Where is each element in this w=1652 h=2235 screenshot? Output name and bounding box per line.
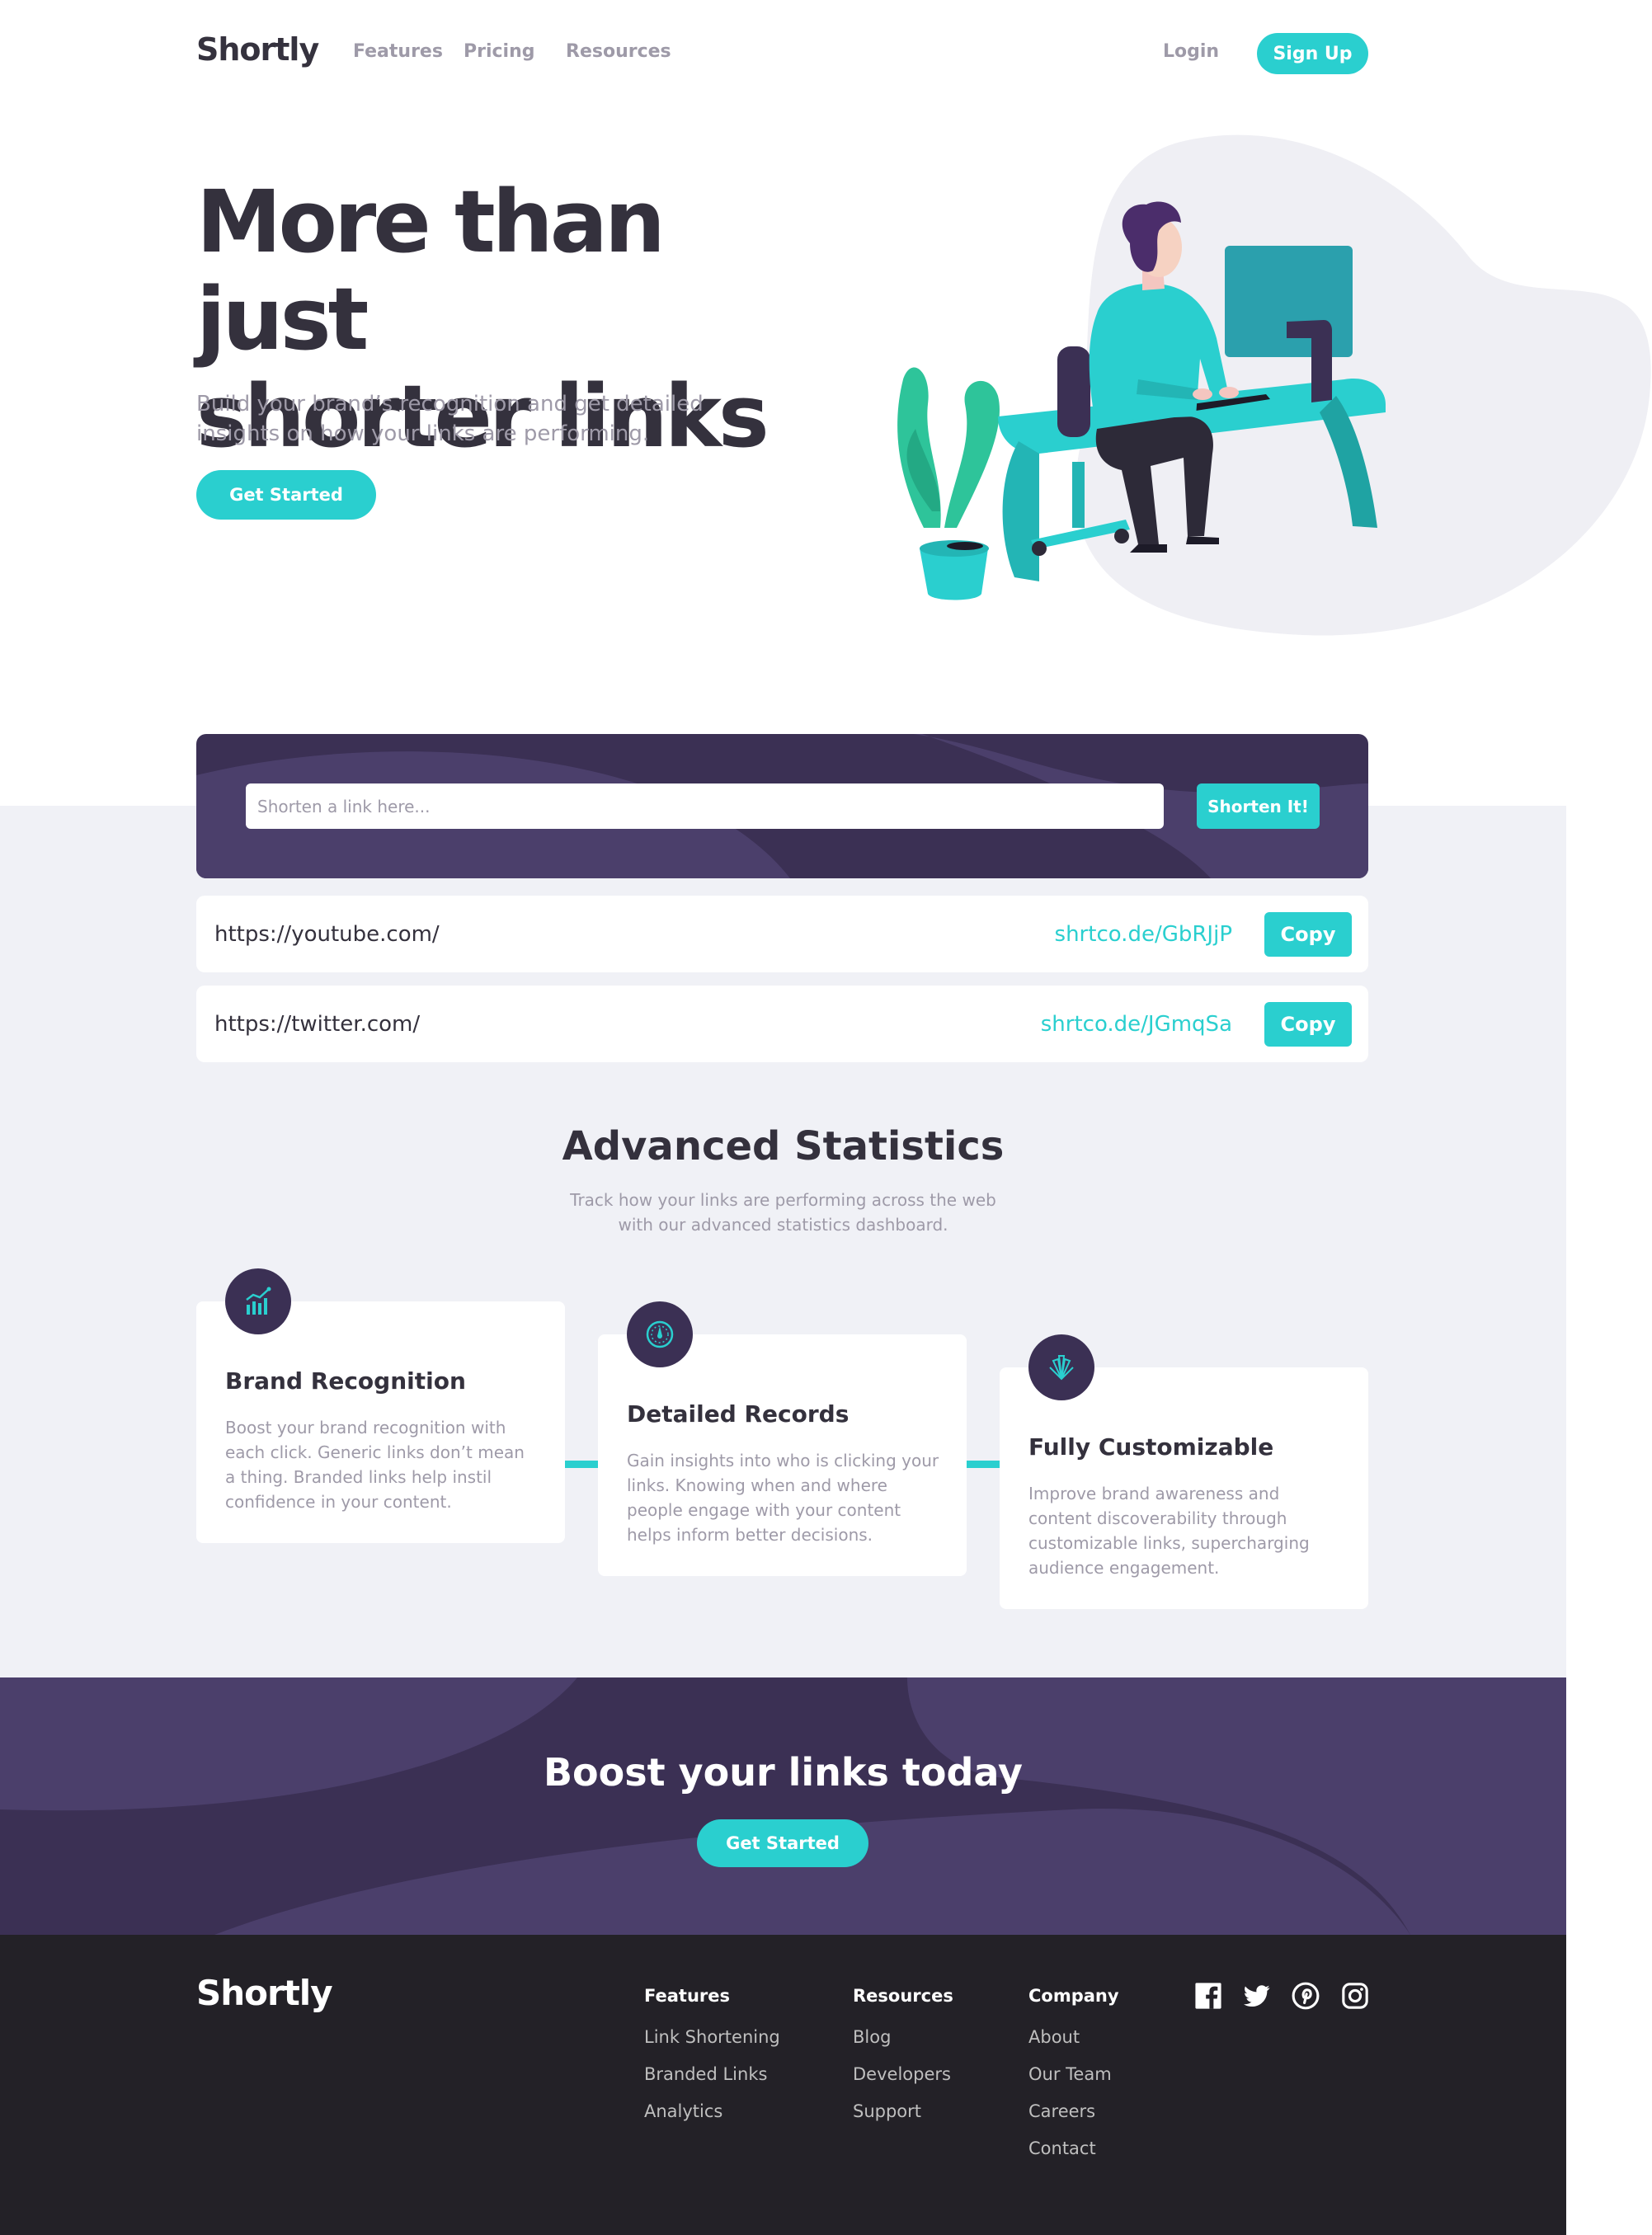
shortened-link-result: https://twitter.com/ shrtco.de/JGmqSa Co…: [196, 986, 1368, 1062]
card-title: Fully Customizable: [1028, 1433, 1274, 1461]
footer-link[interactable]: Branded Links: [644, 2064, 767, 2084]
nav-resources[interactable]: Resources: [566, 41, 671, 62]
hero-subtitle-line-2: insights on how your links are performin…: [196, 421, 650, 446]
hero-get-started-button[interactable]: Get Started: [196, 470, 376, 520]
card-title: Detailed Records: [627, 1400, 850, 1428]
feature-card-fully-customizable: Fully Customizable Improve brand awarene…: [1000, 1334, 1368, 1609]
card-title: Brand Recognition: [225, 1367, 466, 1395]
copy-button[interactable]: Copy: [1264, 912, 1352, 957]
footer-link[interactable]: Support: [853, 2101, 921, 2121]
card-connector: [967, 1461, 1000, 1468]
original-url: https://twitter.com/: [214, 1011, 421, 1037]
statistics-subtitle-line-1: Track how your links are performing acro…: [570, 1190, 996, 1210]
boost-background-pattern: [0, 1677, 1566, 1935]
plant-leaf-2: [944, 380, 1000, 528]
statistics-title: Advanced Statistics: [562, 1123, 1005, 1169]
footer-link[interactable]: Our Team: [1028, 2064, 1112, 2084]
desk-left-leg: [1002, 441, 1039, 581]
chair-base: [1072, 462, 1085, 528]
card-description: Gain insights into who is clicking your …: [627, 1451, 939, 1545]
footer-link[interactable]: Link Shortening: [644, 2027, 780, 2047]
instagram-icon[interactable]: [1341, 1982, 1369, 2010]
statistics-subtitle-line-2: with our advanced statistics dashboard.: [618, 1215, 948, 1235]
brand-recognition-chart-icon: [225, 1268, 291, 1334]
signup-button[interactable]: Sign Up: [1257, 33, 1368, 74]
footer-heading-resources: Resources: [853, 1986, 953, 2006]
card-description: Improve brand awareness and content disc…: [1028, 1484, 1310, 1578]
twitter-icon[interactable]: [1243, 1982, 1271, 2010]
copy-button[interactable]: Copy: [1264, 1002, 1352, 1047]
nav-features[interactable]: Features: [353, 41, 443, 62]
footer-link[interactable]: Blog: [853, 2027, 891, 2047]
hero-title-line-1: More than just: [196, 172, 666, 369]
facebook-icon[interactable]: [1194, 1982, 1222, 2010]
boost-title: Boost your links today: [543, 1750, 1024, 1795]
monitor-screen: [1225, 246, 1353, 357]
shorten-form-panel: Shorten It!: [196, 734, 1368, 878]
footer-link[interactable]: Analytics: [644, 2101, 722, 2121]
footer-link[interactable]: Contact: [1028, 2139, 1096, 2158]
statistics-subtitle: Track how your links are performing acro…: [0, 1188, 1566, 1237]
detailed-records-gauge-icon: [627, 1301, 693, 1367]
site-footer: Shortly Features Link Shortening Branded…: [0, 1935, 1566, 2235]
footer-heading-company: Company: [1028, 1986, 1119, 2006]
footer-logo[interactable]: Shortly: [196, 1973, 333, 2013]
card-description: Boost your brand recognition with each c…: [225, 1418, 525, 1512]
original-url: https://youtube.com/: [214, 921, 440, 947]
nav-pricing[interactable]: Pricing: [464, 41, 535, 62]
footer-heading-features: Features: [644, 1986, 730, 2006]
card-connector: [565, 1461, 599, 1468]
footer-link[interactable]: About: [1028, 2027, 1080, 2047]
shortened-link-result: https://youtube.com/ shrtco.de/GbRJjP Co…: [196, 896, 1368, 972]
pinterest-icon[interactable]: [1292, 1982, 1320, 2010]
feature-card-brand-recognition: Brand Recognition Boost your brand recog…: [196, 1268, 565, 1543]
footer-link[interactable]: Developers: [853, 2064, 951, 2084]
shorten-url-input[interactable]: [246, 783, 1164, 829]
person-working-at-desk-illustration: [897, 134, 1651, 636]
boost-get-started-button[interactable]: Get Started: [697, 1819, 868, 1867]
hero-subtitle: Build your brand’s recognition and get d…: [196, 389, 724, 449]
shorten-it-button[interactable]: Shorten It!: [1197, 783, 1320, 829]
boost-section: Boost your links today Get Started: [0, 1677, 1566, 1935]
short-url[interactable]: shrtco.de/JGmqSa: [1041, 986, 1232, 1062]
logo[interactable]: Shortly: [196, 31, 319, 68]
fully-customizable-brushes-icon: [1028, 1334, 1094, 1400]
hero-subtitle-line-1: Build your brand’s recognition and get d…: [196, 392, 704, 416]
feature-card-detailed-records: Detailed Records Gain insights into who …: [598, 1301, 967, 1576]
footer-link[interactable]: Careers: [1028, 2101, 1095, 2121]
login-link[interactable]: Login: [1163, 41, 1219, 62]
short-url[interactable]: shrtco.de/GbRJjP: [1055, 896, 1232, 972]
chair-back: [1057, 346, 1090, 437]
